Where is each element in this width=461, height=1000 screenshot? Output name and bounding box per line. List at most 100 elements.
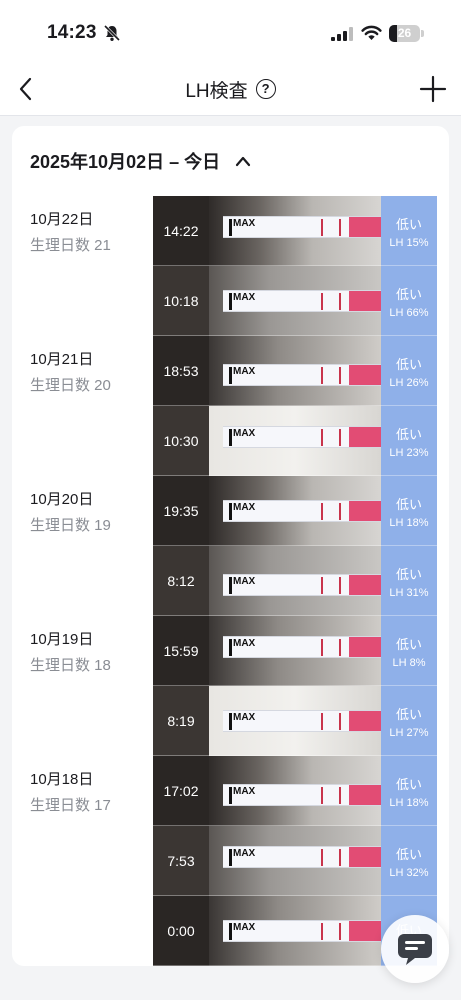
cycle-day-label: 生理日数 19 [30, 517, 111, 534]
strip-pink-end [349, 711, 381, 731]
strip-pink-end [349, 637, 381, 657]
strip-max-label: MAX [233, 712, 256, 723]
strip-handle-mark [229, 923, 232, 940]
strip-max-label: MAX [233, 366, 256, 377]
entry-date: 10月22日 [30, 211, 94, 228]
strip-max-label: MAX [233, 638, 256, 649]
result-badge: 低い LH 8% [381, 616, 437, 686]
plus-icon[interactable] [418, 74, 448, 104]
strip-test-line [339, 713, 341, 730]
test-strip-photo[interactable]: MAX [209, 616, 381, 686]
test-strip-photo[interactable]: MAX [209, 546, 381, 616]
battery-indicator: 26 [389, 25, 420, 42]
status-bar: 14:23 26 [0, 0, 461, 62]
result-level: 低い [395, 776, 422, 792]
test-strip-photo[interactable]: MAX [209, 266, 381, 336]
result-badge: 低い LH 31% [381, 546, 437, 616]
strip-pink-end [349, 501, 381, 521]
test-entry-row[interactable]: 10月18日 生理日数 17 17:02 MAX 低い LH 18% [12, 756, 449, 826]
strip-pink-end [349, 365, 381, 385]
chat-button[interactable] [381, 915, 449, 983]
result-lh-percent: LH 18% [389, 796, 429, 809]
strip-test-line [321, 367, 323, 384]
strip-pink-end [349, 921, 381, 941]
strip-test-line [321, 293, 323, 310]
entry-time: 0:00 [153, 896, 209, 966]
test-strip-photo[interactable]: MAX [209, 476, 381, 546]
strip-test-line [321, 577, 323, 594]
result-lh-percent: LH 66% [389, 306, 429, 319]
entry-time: 10:18 [153, 266, 209, 336]
test-entry-row[interactable]: 10月22日 生理日数 21 14:22 MAX 低い LH 15% [12, 196, 449, 266]
result-level: 低い [395, 846, 422, 862]
question-circle-icon[interactable]: ? [255, 79, 276, 99]
test-strip: MAX [223, 846, 381, 868]
lh-test-card: 2025年10月02日 – 今日 10月22日 生理日数 21 14:22 MAX 低い… [12, 126, 449, 966]
result-level: 低い [395, 286, 422, 302]
strip-pink-end [349, 847, 381, 867]
test-entry-row[interactable]: 10月19日 生理日数 18 15:59 MAX 低い LH 8% [12, 616, 449, 686]
strip-test-line [339, 219, 341, 236]
test-strip: MAX [223, 710, 381, 732]
test-entry-row[interactable]: 7:53 MAX 低い LH 32% [12, 826, 449, 896]
test-entry-row[interactable]: 10月21日 生理日数 20 18:53 MAX 低い LH 26% [12, 336, 449, 406]
test-strip-photo[interactable]: MAX [209, 336, 381, 406]
test-entry-row[interactable]: 10月20日 生理日数 19 19:35 MAX 低い LH 18% [12, 476, 449, 546]
strip-test-line [339, 787, 341, 804]
result-badge: 低い LH 23% [381, 406, 437, 476]
strip-max-label: MAX [233, 292, 256, 303]
strip-handle-mark [229, 787, 232, 804]
signal-icon [331, 27, 353, 41]
test-strip-photo[interactable]: MAX [209, 686, 381, 756]
strip-test-line [339, 367, 341, 384]
battery-percentage: 26 [397, 26, 412, 40]
result-level: 低い [395, 216, 422, 232]
strip-max-label: MAX [233, 218, 256, 229]
strip-pink-end [349, 427, 381, 447]
chevron-up-icon[interactable] [234, 155, 252, 167]
result-level: 低い [395, 496, 422, 512]
result-level: 低い [395, 356, 422, 372]
test-entry-row[interactable]: 8:12 MAX 低い LH 31% [12, 546, 449, 616]
strip-test-line [339, 577, 341, 594]
test-strip-photo[interactable]: MAX [209, 196, 381, 266]
test-entry-row[interactable]: 8:19 MAX 低い LH 27% [12, 686, 449, 756]
entry-date: 10月20日 [30, 491, 94, 508]
strip-max-label: MAX [233, 576, 256, 587]
test-strip: MAX [223, 364, 381, 386]
strip-max-label: MAX [233, 922, 256, 933]
strip-test-line [321, 849, 323, 866]
result-lh-percent: LH 27% [389, 726, 429, 739]
strip-handle-mark [229, 577, 232, 594]
test-strip-photo[interactable]: MAX [209, 406, 381, 476]
strip-pink-end [349, 575, 381, 595]
test-entry-row[interactable]: 10:18 MAX 低い LH 66% [12, 266, 449, 336]
test-strip: MAX [223, 920, 381, 942]
result-level: 低い [395, 426, 422, 442]
result-lh-percent: LH 18% [389, 516, 429, 529]
strip-test-line [321, 923, 323, 940]
test-strip: MAX [223, 636, 381, 658]
nav-title-group: LH検査 ? [0, 62, 461, 116]
entry-time: 8:19 [153, 686, 209, 756]
test-strip-photo[interactable]: MAX [209, 826, 381, 896]
strip-handle-mark [229, 429, 232, 446]
entry-time: 19:35 [153, 476, 209, 546]
test-entry-row[interactable]: 10:30 MAX 低い LH 23% [12, 406, 449, 476]
strip-handle-mark [229, 503, 232, 520]
strip-test-line [321, 639, 323, 656]
cycle-day-label: 生理日数 17 [30, 797, 111, 814]
strip-handle-mark [229, 293, 232, 310]
strip-max-label: MAX [233, 848, 256, 859]
test-strip-photo[interactable]: MAX [209, 896, 381, 966]
date-range-header[interactable]: 2025年10月02日 – 今日 [12, 126, 449, 196]
test-strip-photo[interactable]: MAX [209, 756, 381, 826]
date-range-title: 2025年10月02日 – 今日 [30, 152, 221, 172]
entry-time: 8:12 [153, 546, 209, 616]
strip-test-line [339, 293, 341, 310]
nav-bar: LH検査 ? [0, 62, 461, 116]
entry-time: 15:59 [153, 616, 209, 686]
result-level: 低い [395, 706, 422, 722]
result-badge: 低い LH 15% [381, 196, 437, 266]
result-level: 低い [395, 566, 422, 582]
